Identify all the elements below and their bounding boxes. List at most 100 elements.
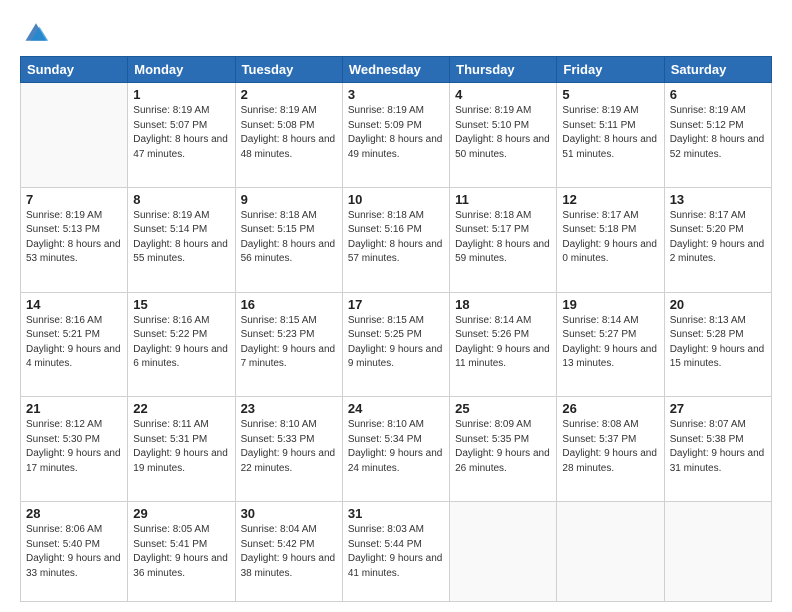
calendar-cell: 26Sunrise: 8:08 AMSunset: 5:37 PMDayligh… [557,397,664,502]
day-number: 30 [241,506,337,521]
calendar-cell: 24 Sunrise: 8:10 AMSunset: 5:34 PMDayligh… [342,397,449,502]
calendar-cell: 30 Sunrise: 8:04 AMSunset: 5:42 PMDayligh… [235,502,342,602]
calendar-cell: 20Sunrise: 8:13 AMSunset: 5:28 PMDayligh… [664,292,771,397]
page: SundayMondayTuesdayWednesdayThursdayFrid… [0,0,792,612]
day-number: 27 [670,401,766,416]
calendar-cell: 13 Sunrise: 8:17 AMSunset: 5:20 PMDayligh… [664,187,771,292]
week-row-4: 21Sunrise: 8:12 AMSunset: 5:30 PMDayligh… [21,397,772,502]
header [20,18,772,46]
calendar-cell [21,83,128,188]
day-number: 4 [455,87,551,102]
calendar-cell: 12 Sunrise: 8:17 AMSunset: 5:18 PMDayligh… [557,187,664,292]
calendar-cell: 9Sunrise: 8:18 AMSunset: 5:15 PMDaylight… [235,187,342,292]
day-info: Sunrise: 8:15 AMSunset: 5:25 PMDaylight:… [348,314,444,372]
weekday-header-tuesday: Tuesday [235,57,342,83]
day-info: Sunrise: 8:05 AMSunset: 5:41 PMDaylight:… [133,523,229,581]
day-number: 19 [562,297,658,312]
calendar-cell: 28Sunrise: 8:06 AMSunset: 5:40 PMDayligh… [21,502,128,602]
day-info: Sunrise: 8:18 AMSunset: 5:16 PMDaylight:… [348,209,444,267]
week-row-5: 28Sunrise: 8:06 AMSunset: 5:40 PMDayligh… [21,502,772,602]
day-info: Sunrise: 8:17 AMSunset: 5:18 PMDaylight:… [562,209,658,267]
calendar-cell: 19 Sunrise: 8:14 AMSunset: 5:27 PMDayligh… [557,292,664,397]
calendar-cell: 21Sunrise: 8:12 AMSunset: 5:30 PMDayligh… [21,397,128,502]
day-number: 3 [348,87,444,102]
weekday-header-monday: Monday [128,57,235,83]
calendar-cell: 27 Sunrise: 8:07 AMSunset: 5:38 PMDayligh… [664,397,771,502]
day-info: Sunrise: 8:08 AMSunset: 5:37 PMDaylight:… [562,418,658,476]
day-info: Sunrise: 8:06 AMSunset: 5:40 PMDaylight:… [26,523,122,581]
calendar-cell: 15 Sunrise: 8:16 AMSunset: 5:22 PMDayligh… [128,292,235,397]
calendar-cell [450,502,557,602]
day-info: Sunrise: 8:19 AMSunset: 5:13 PMDaylight:… [26,209,122,267]
calendar-cell: 5Sunrise: 8:19 AMSunset: 5:11 PMDaylight… [557,83,664,188]
calendar-cell: 2Sunrise: 8:19 AMSunset: 5:08 PMDaylight… [235,83,342,188]
day-info: Sunrise: 8:14 AMSunset: 5:26 PMDaylight:… [455,314,551,372]
day-info: Sunrise: 8:10 AMSunset: 5:34 PMDaylight:… [348,418,444,476]
week-row-2: 7 Sunrise: 8:19 AMSunset: 5:13 PMDaylight… [21,187,772,292]
day-number: 1 [133,87,229,102]
calendar-cell: 16 Sunrise: 8:15 AMSunset: 5:23 PMDayligh… [235,292,342,397]
day-info: Sunrise: 8:18 AMSunset: 5:17 PMDaylight:… [455,209,551,267]
day-number: 8 [133,192,229,207]
day-info: Sunrise: 8:04 AMSunset: 5:42 PMDaylight:… [241,523,337,581]
day-number: 5 [562,87,658,102]
logo-icon [22,18,50,46]
day-info: Sunrise: 8:19 AMSunset: 5:10 PMDaylight:… [455,104,551,162]
calendar-cell: 8 Sunrise: 8:19 AMSunset: 5:14 PMDaylight… [128,187,235,292]
day-number: 14 [26,297,122,312]
calendar-cell: 22 Sunrise: 8:11 AMSunset: 5:31 PMDayligh… [128,397,235,502]
weekday-header-wednesday: Wednesday [342,57,449,83]
day-info: Sunrise: 8:14 AMSunset: 5:27 PMDaylight:… [562,314,658,372]
day-info: Sunrise: 8:03 AMSunset: 5:44 PMDaylight:… [348,523,444,581]
day-number: 13 [670,192,766,207]
calendar-cell: 25Sunrise: 8:09 AMSunset: 5:35 PMDayligh… [450,397,557,502]
day-info: Sunrise: 8:19 AMSunset: 5:12 PMDaylight:… [670,104,766,162]
day-number: 31 [348,506,444,521]
day-info: Sunrise: 8:07 AMSunset: 5:38 PMDaylight:… [670,418,766,476]
weekday-header-friday: Friday [557,57,664,83]
calendar-cell: 31 Sunrise: 8:03 AMSunset: 5:44 PMDayligh… [342,502,449,602]
day-info: Sunrise: 8:11 AMSunset: 5:31 PMDaylight:… [133,418,229,476]
calendar-cell: 23 Sunrise: 8:10 AMSunset: 5:33 PMDayligh… [235,397,342,502]
day-number: 12 [562,192,658,207]
day-info: Sunrise: 8:17 AMSunset: 5:20 PMDaylight:… [670,209,766,267]
calendar-cell: 11 Sunrise: 8:18 AMSunset: 5:17 PMDayligh… [450,187,557,292]
day-info: Sunrise: 8:18 AMSunset: 5:15 PMDaylight:… [241,209,337,267]
calendar-cell: 3Sunrise: 8:19 AMSunset: 5:09 PMDaylight… [342,83,449,188]
weekday-header-thursday: Thursday [450,57,557,83]
day-number: 7 [26,192,122,207]
calendar-cell: 4 Sunrise: 8:19 AMSunset: 5:10 PMDaylight… [450,83,557,188]
day-number: 15 [133,297,229,312]
day-info: Sunrise: 8:19 AMSunset: 5:14 PMDaylight:… [133,209,229,267]
day-number: 29 [133,506,229,521]
day-number: 6 [670,87,766,102]
day-info: Sunrise: 8:12 AMSunset: 5:30 PMDaylight:… [26,418,122,476]
calendar-cell: 14 Sunrise: 8:16 AMSunset: 5:21 PMDayligh… [21,292,128,397]
day-info: Sunrise: 8:10 AMSunset: 5:33 PMDaylight:… [241,418,337,476]
calendar-cell: 6 Sunrise: 8:19 AMSunset: 5:12 PMDaylight… [664,83,771,188]
logo [20,18,54,46]
day-info: Sunrise: 8:16 AMSunset: 5:21 PMDaylight:… [26,314,122,372]
day-number: 16 [241,297,337,312]
day-number: 17 [348,297,444,312]
calendar-cell [557,502,664,602]
calendar-cell: 17 Sunrise: 8:15 AMSunset: 5:25 PMDayligh… [342,292,449,397]
day-number: 20 [670,297,766,312]
day-number: 24 [348,401,444,416]
calendar-cell: 10 Sunrise: 8:18 AMSunset: 5:16 PMDayligh… [342,187,449,292]
day-info: Sunrise: 8:16 AMSunset: 5:22 PMDaylight:… [133,314,229,372]
weekday-header-sunday: Sunday [21,57,128,83]
calendar-cell: 29 Sunrise: 8:05 AMSunset: 5:41 PMDayligh… [128,502,235,602]
week-row-3: 14 Sunrise: 8:16 AMSunset: 5:21 PMDayligh… [21,292,772,397]
calendar-cell: 18Sunrise: 8:14 AMSunset: 5:26 PMDayligh… [450,292,557,397]
day-number: 22 [133,401,229,416]
day-number: 25 [455,401,551,416]
day-info: Sunrise: 8:15 AMSunset: 5:23 PMDaylight:… [241,314,337,372]
calendar-cell: 7 Sunrise: 8:19 AMSunset: 5:13 PMDaylight… [21,187,128,292]
day-number: 23 [241,401,337,416]
day-info: Sunrise: 8:19 AMSunset: 5:07 PMDaylight:… [133,104,229,162]
calendar-cell: 1 Sunrise: 8:19 AMSunset: 5:07 PMDaylight… [128,83,235,188]
day-info: Sunrise: 8:19 AMSunset: 5:08 PMDaylight:… [241,104,337,162]
day-number: 10 [348,192,444,207]
day-number: 11 [455,192,551,207]
